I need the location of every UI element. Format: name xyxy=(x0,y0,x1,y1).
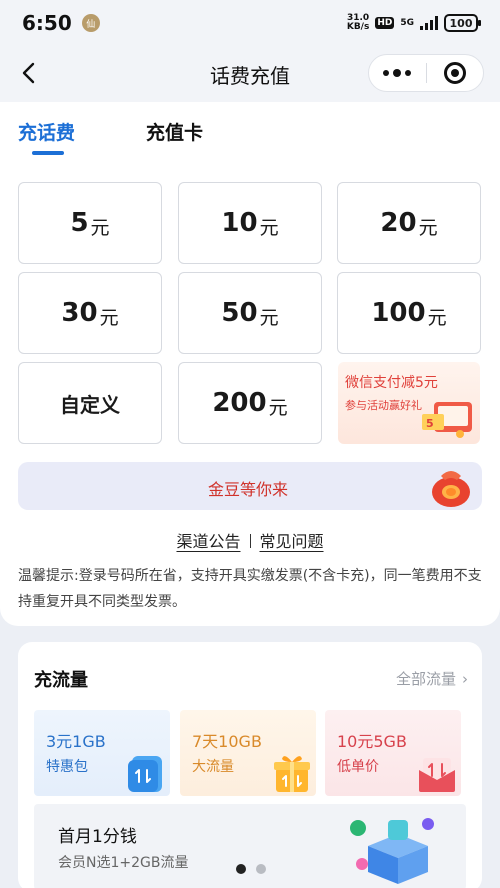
chevron-right-icon: › xyxy=(462,670,468,688)
amount-option-5[interactable]: 5元 xyxy=(18,182,162,264)
battery-level: 100 xyxy=(449,16,473,30)
amount-value: 100 xyxy=(371,298,426,328)
close-mini-program-button[interactable] xyxy=(426,55,483,91)
data-plan-option[interactable]: 7天10GB 大流量 xyxy=(180,710,316,796)
more-dot-icon xyxy=(383,70,390,76)
amount-option-custom[interactable]: 自定义 xyxy=(18,362,162,444)
custom-amount-label: 自定义 xyxy=(60,392,120,417)
page-dot[interactable] xyxy=(256,864,266,874)
promo-subtitle: 参与活动赢好礼 xyxy=(345,399,422,412)
gold-bean-text: 金豆等你来 xyxy=(207,480,288,499)
amount-value: 10 xyxy=(221,208,258,238)
link-divider xyxy=(249,534,251,548)
plan-name: 10元5GB xyxy=(337,732,407,751)
more-options-button[interactable] xyxy=(369,55,426,91)
all-data-label: 全部流量 xyxy=(395,670,456,688)
amount-unit: 元 xyxy=(99,306,119,329)
amount-option-200[interactable]: 200 元 xyxy=(178,362,322,444)
tab-phone-recharge[interactable]: 充话费 xyxy=(18,118,75,145)
data-envelope-icon xyxy=(419,758,455,792)
amount-value: 200 xyxy=(212,388,267,418)
amount-value: 20 xyxy=(380,208,417,238)
data-section-title: 充流量 xyxy=(34,670,88,691)
strip-title: 首月1分钱 xyxy=(58,827,137,847)
target-icon xyxy=(443,62,466,84)
hd-icon: HD xyxy=(375,17,395,29)
amount-value: 30 xyxy=(61,298,98,328)
gold-bean-banner[interactable]: 金豆等你来 xyxy=(18,462,482,510)
data-plan-card: 充流量 全部流量 › 3元1GB 特惠包 7天10GB 大流量 10元5GB 低单… xyxy=(18,642,482,888)
signal-icon xyxy=(420,16,438,30)
channel-announcement-link[interactable]: 渠道公告 xyxy=(176,532,240,551)
all-data-plans-link[interactable]: 全部流量 › xyxy=(396,668,468,689)
status-bar: 6:50 仙 31.0 KB/s HD 5G 100 xyxy=(0,0,500,46)
amount-value: 5 xyxy=(70,208,89,238)
help-links: 渠道公告 常见问题 xyxy=(0,528,500,552)
carousel-pagination xyxy=(236,864,266,874)
data-transfer-icon xyxy=(128,756,162,792)
amount-unit: 元 xyxy=(427,306,447,329)
invoice-notice: 温馨提示:登录号码所在省，支持开具实缴发票(不含卡充)，同一笔费用不支持重复开具… xyxy=(18,568,482,610)
amount-unit: 元 xyxy=(268,396,288,419)
battery-icon: 100 xyxy=(444,14,481,32)
amount-option-20[interactable]: 20 元 xyxy=(337,182,481,264)
amount-option-30[interactable]: 30 元 xyxy=(18,272,162,354)
plan-desc: 特惠包 xyxy=(46,759,88,775)
plan-desc: 低单价 xyxy=(337,759,379,775)
amount-option-100[interactable]: 100 元 xyxy=(337,272,481,354)
wechat-pay-promo-tile[interactable]: 微信支付减5元 参与活动赢好礼 5 xyxy=(338,362,480,444)
nav-bar: 话费充值 xyxy=(0,46,500,102)
amount-option-10[interactable]: 10 元 xyxy=(178,182,322,264)
amount-unit: 元 xyxy=(259,216,279,239)
plan-name: 7天10GB xyxy=(192,732,262,751)
plan-name: 3元1GB xyxy=(46,732,106,751)
plan-desc: 大流量 xyxy=(192,759,234,775)
page-dot-active[interactable] xyxy=(236,864,246,874)
amount-value: 50 xyxy=(221,298,258,328)
lucky-bag-icon xyxy=(432,471,470,507)
network-type: 5G xyxy=(400,17,414,28)
network-speed: 31.0 KB/s xyxy=(347,14,369,32)
gift-box-icon xyxy=(274,756,310,792)
status-indicators: 31.0 KB/s HD 5G 100 xyxy=(347,14,481,32)
status-time: 6:50 xyxy=(22,11,72,35)
tab-recharge-card[interactable]: 充值卡 xyxy=(146,118,203,145)
strip-subtitle: 会员N选1+2GB流量 xyxy=(58,855,189,871)
membership-gift-icon xyxy=(350,818,434,884)
amount-unit: 元 xyxy=(418,216,438,239)
coupon-gift-icon: 5 xyxy=(422,402,472,438)
more-dot-icon xyxy=(405,70,412,76)
data-plan-option[interactable]: 10元5GB 低单价 xyxy=(325,710,461,796)
data-plan-option[interactable]: 3元1GB 特惠包 xyxy=(34,710,170,796)
mini-program-capsule xyxy=(368,54,484,92)
more-dot-icon xyxy=(393,69,402,77)
membership-promo-strip[interactable]: 首月1分钱 会员N选1+2GB流量 xyxy=(34,804,466,888)
amount-option-50[interactable]: 50 元 xyxy=(178,272,322,354)
network-speed-unit: KB/s xyxy=(346,22,370,32)
app-notification-icon: 仙 xyxy=(81,14,100,32)
svg-text:5: 5 xyxy=(426,417,434,430)
tab-bar: 充话费 充值卡 xyxy=(0,102,500,162)
promo-title: 微信支付减5元 xyxy=(345,375,438,391)
active-tab-indicator xyxy=(32,151,64,155)
faq-link[interactable]: 常见问题 xyxy=(260,532,324,551)
amount-unit: 元 xyxy=(90,216,110,239)
amount-unit: 元 xyxy=(259,306,279,329)
